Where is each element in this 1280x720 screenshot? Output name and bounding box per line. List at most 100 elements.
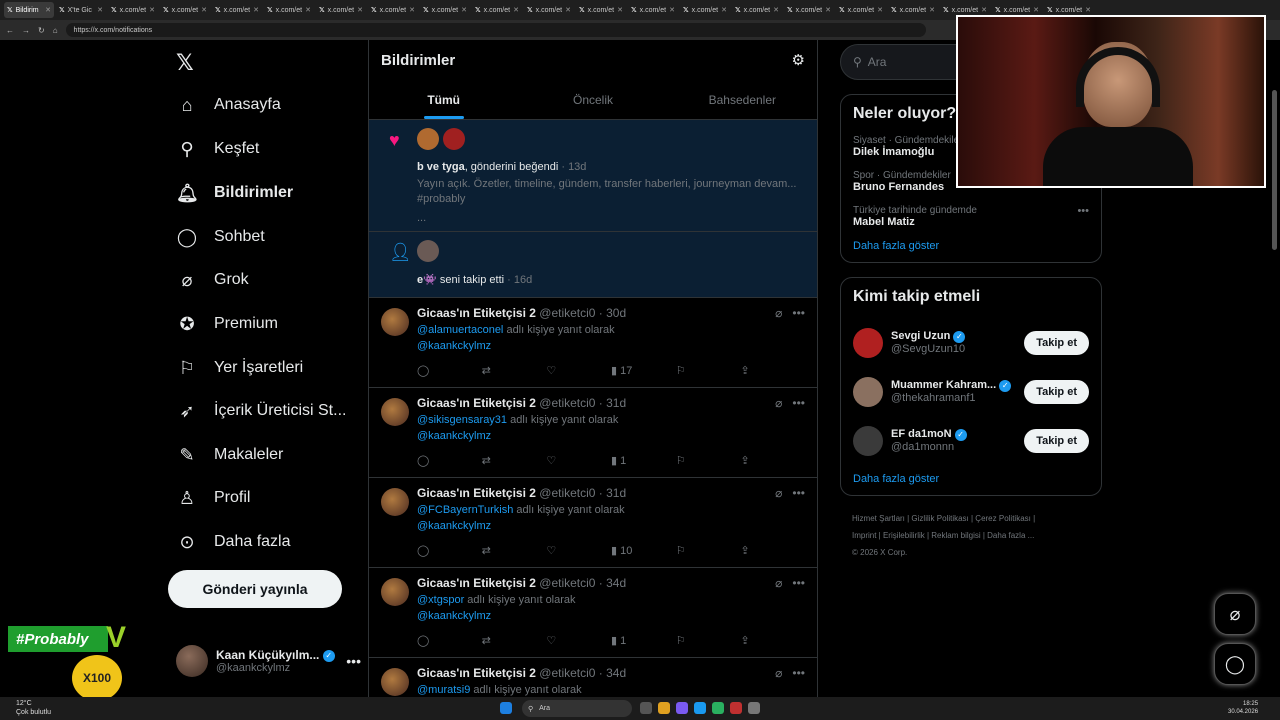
reply-post[interactable]: Gicaas'ın Etiketçisi 2 @etiketci0 · 34d … xyxy=(369,658,817,697)
more-options-icon[interactable]: ••• xyxy=(792,486,805,500)
nav-grok[interactable]: ⌀ Grok xyxy=(176,260,249,300)
footer-links[interactable]: Hizmet Şartları | Gizlilik Politikası | … xyxy=(840,510,1102,561)
gear-icon[interactable]: ⚙ xyxy=(792,51,805,69)
grok-fab-icon[interactable]: ⌀ xyxy=(1214,593,1256,635)
show-more-link[interactable]: Daha fazla göster xyxy=(853,240,1089,252)
reply-post[interactable]: Gicaas'ın Etiketçisi 2 @etiketci0 · 31d … xyxy=(369,388,817,478)
views-icon[interactable]: ▮ 10 xyxy=(611,544,676,557)
app-icon[interactable] xyxy=(730,702,742,714)
trend-item[interactable]: Türkiye tarihinde gündemde Mabel Matiz ••• xyxy=(853,205,1089,228)
x-logo-icon[interactable]: 𝕏 xyxy=(176,50,194,76)
more-options-icon[interactable]: ••• xyxy=(1077,205,1089,217)
follow-notification[interactable]: 👤︎ e👾 seni takip etti · 16d xyxy=(369,232,817,298)
more-options-icon[interactable]: ••• xyxy=(792,576,805,590)
show-more-link[interactable]: Daha fazla göster xyxy=(853,473,1089,485)
nav-creator-studio[interactable]: ➶ İçerik Üreticisi St... xyxy=(176,391,346,431)
views-icon[interactable]: ▮ 1 xyxy=(611,454,676,467)
account-switcher[interactable]: Kaan Küçükyılm... ✓ @kaankckylmz ••• xyxy=(176,640,361,682)
browser-tab[interactable]: 𝕏x.com/et ✕ xyxy=(628,2,678,18)
taskbar-clock[interactable]: 18:25 30.04.2026 xyxy=(1228,700,1258,716)
app-icon[interactable] xyxy=(748,702,760,714)
tab-mentions[interactable]: Bahsedenler xyxy=(668,80,817,119)
task-view-icon[interactable] xyxy=(640,702,652,714)
reply-icon[interactable]: ◯ xyxy=(417,454,482,467)
bookmark-icon[interactable]: ⚐ xyxy=(676,544,741,557)
grok-icon[interactable]: ⌀ xyxy=(775,306,782,320)
grok-icon[interactable]: ⌀ xyxy=(775,486,782,500)
browser-tab[interactable]: 𝕏x.com/et ✕ xyxy=(888,2,938,18)
more-options-icon[interactable]: ••• xyxy=(792,396,805,410)
more-options-icon[interactable]: ••• xyxy=(346,653,361,669)
repost-icon[interactable]: ⇄ xyxy=(482,544,547,557)
views-icon[interactable]: ▮ 17 xyxy=(611,364,676,377)
follow-button[interactable]: Takip et xyxy=(1024,330,1089,355)
reply-icon[interactable]: ◯ xyxy=(417,634,482,647)
weather-widget[interactable]: 12°C Çok bulutlu xyxy=(16,699,51,717)
bookmark-icon[interactable]: ⚐ xyxy=(676,634,741,647)
browser-tab[interactable]: 𝕏x.com/et ✕ xyxy=(836,2,886,18)
nav-more[interactable]: ⊙ Daha fazla xyxy=(176,522,290,562)
bookmark-icon[interactable]: ⚐ xyxy=(676,454,741,467)
home-browser-icon[interactable]: ⌂ xyxy=(53,26,58,35)
suggestion-item[interactable]: Muammer Kahram... ✓ @thekahramanf1 Takip … xyxy=(853,367,1089,416)
app-icon[interactable] xyxy=(676,702,688,714)
browser-tab[interactable]: 𝕏x.com/et ✕ xyxy=(368,2,418,18)
grok-icon[interactable]: ⌀ xyxy=(775,576,782,590)
repost-icon[interactable]: ⇄ xyxy=(482,454,547,467)
reply-icon[interactable]: ◯ xyxy=(417,364,482,377)
browser-tab[interactable]: 𝕏 X'te Gic ✕ xyxy=(56,2,106,18)
more-options-icon[interactable]: ••• xyxy=(792,306,805,320)
browser-tab[interactable]: 𝕏x.com/et ✕ xyxy=(212,2,262,18)
tab-priority[interactable]: Öncelik xyxy=(518,80,667,119)
reply-post[interactable]: Gicaas'ın Etiketçisi 2 @etiketci0 · 34d … xyxy=(369,568,817,658)
taskbar-search[interactable]: ⚲ Ara xyxy=(522,700,632,717)
share-icon[interactable]: ⇪ xyxy=(740,454,805,467)
repost-icon[interactable]: ⇄ xyxy=(482,634,547,647)
browser-tab[interactable]: 𝕏x.com/et ✕ xyxy=(108,2,158,18)
nav-notifications[interactable]: 🔔︎ Bildirimler xyxy=(176,173,293,213)
browser-tab[interactable]: 𝕏x.com/et ✕ xyxy=(524,2,574,18)
edge-icon[interactable] xyxy=(694,702,706,714)
like-icon[interactable]: ♡ xyxy=(546,634,611,647)
file-explorer-icon[interactable] xyxy=(658,702,670,714)
reload-icon[interactable]: ↻ xyxy=(38,26,45,35)
reply-post[interactable]: Gicaas'ın Etiketçisi 2 @etiketci0 · 30d … xyxy=(369,298,817,388)
back-icon[interactable]: ← xyxy=(6,26,14,35)
nav-premium[interactable]: ✪ Premium xyxy=(176,304,278,344)
views-icon[interactable]: ▮ 1 xyxy=(611,634,676,647)
more-options-icon[interactable]: ••• xyxy=(792,666,805,680)
like-icon[interactable]: ♡ xyxy=(546,454,611,467)
nav-chat[interactable]: ◯ Sohbet xyxy=(176,217,265,257)
forward-icon[interactable]: → xyxy=(22,26,30,35)
like-icon[interactable]: ♡ xyxy=(546,364,611,377)
scrollbar[interactable] xyxy=(1272,90,1277,250)
nav-explore[interactable]: ⚲ Keşfet xyxy=(176,129,259,169)
share-icon[interactable]: ⇪ xyxy=(740,634,805,647)
browser-tab[interactable]: 𝕏x.com/et ✕ xyxy=(732,2,782,18)
follow-button[interactable]: Takip et xyxy=(1024,379,1089,404)
browser-tab[interactable]: 𝕏x.com/et ✕ xyxy=(160,2,210,18)
like-notification[interactable]: ♥ b ve tyga, gönderini beğendi · 13d Yay… xyxy=(369,120,817,232)
bookmark-icon[interactable]: ⚐ xyxy=(676,364,741,377)
messages-fab-icon[interactable]: ◯ xyxy=(1214,643,1256,685)
app-icon[interactable] xyxy=(712,702,724,714)
windows-start-icon[interactable] xyxy=(500,702,512,714)
browser-tab[interactable]: 𝕏x.com/et ✕ xyxy=(680,2,730,18)
tab-all[interactable]: Tümü xyxy=(369,80,518,119)
grok-icon[interactable]: ⌀ xyxy=(775,666,782,680)
share-icon[interactable]: ⇪ xyxy=(740,364,805,377)
suggestion-item[interactable]: EF da1moN ✓ @da1monnn Takip et xyxy=(853,416,1089,465)
address-bar[interactable]: https://x.com/notifications xyxy=(65,23,926,37)
browser-tab[interactable]: 𝕏x.com/et ✕ xyxy=(472,2,522,18)
reply-icon[interactable]: ◯ xyxy=(417,544,482,557)
browser-tab[interactable]: 𝕏x.com/et ✕ xyxy=(784,2,834,18)
nav-articles[interactable]: ✎ Makaleler xyxy=(176,435,283,475)
grok-icon[interactable]: ⌀ xyxy=(775,396,782,410)
browser-tab[interactable]: 𝕏x.com/et ✕ xyxy=(264,2,314,18)
nav-home[interactable]: ⌂ Anasayfa xyxy=(176,85,281,125)
repost-icon[interactable]: ⇄ xyxy=(482,364,547,377)
share-icon[interactable]: ⇪ xyxy=(740,544,805,557)
like-icon[interactable]: ♡ xyxy=(546,544,611,557)
follow-button[interactable]: Takip et xyxy=(1024,428,1089,453)
nav-profile[interactable]: ♙ Profil xyxy=(176,478,251,518)
